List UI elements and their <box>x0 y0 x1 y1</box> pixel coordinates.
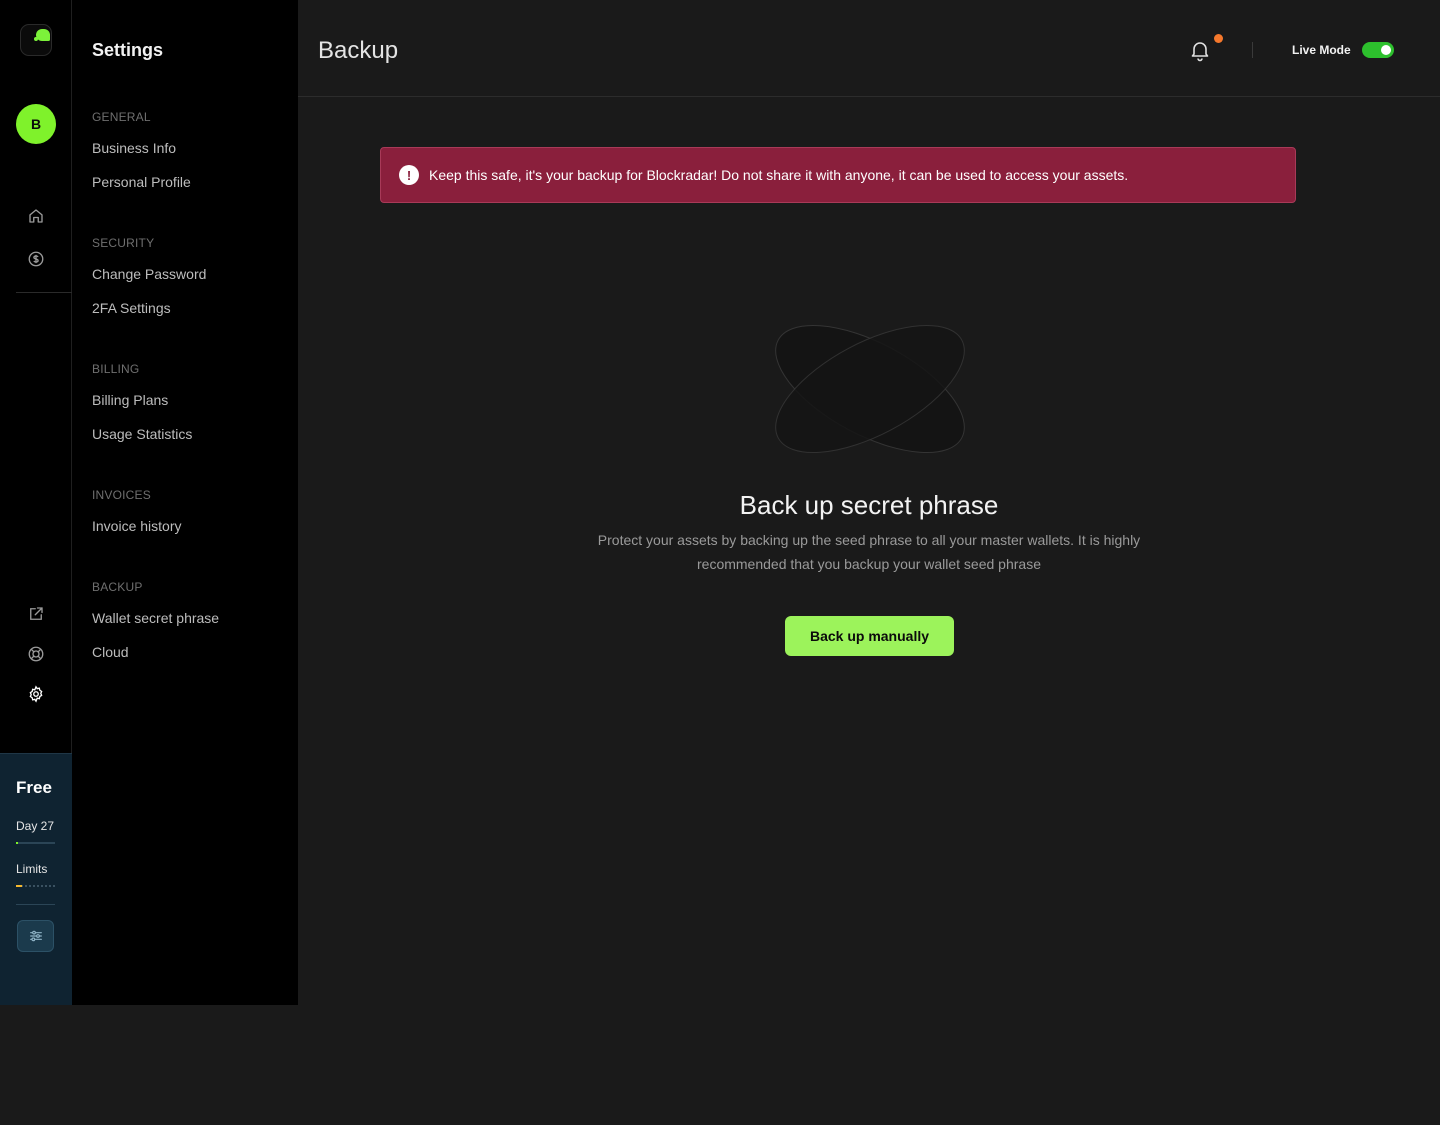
sidebar-item-usage-statistics[interactable]: Usage Statistics <box>92 426 192 442</box>
settings-sidebar: Settings GENERAL Business Info Personal … <box>72 0 298 1005</box>
plan-divider <box>16 904 55 905</box>
support-lifebuoy-icon[interactable] <box>25 643 47 665</box>
warning-alert: ! Keep this safe, it's your backup for B… <box>380 147 1296 203</box>
external-link-icon[interactable] <box>25 603 47 625</box>
plan-card: Free Day 27 Limits <box>0 753 72 1005</box>
sidebar-item-billing-plans[interactable]: Billing Plans <box>92 392 168 408</box>
section-label-general: GENERAL <box>92 110 151 124</box>
sidebar-item-business-info[interactable]: Business Info <box>92 140 176 156</box>
sidebar-item-cloud[interactable]: Cloud <box>92 644 129 660</box>
plan-day-label: Day 27 <box>16 819 55 833</box>
notifications-button[interactable] <box>1188 38 1212 62</box>
app-logo[interactable] <box>20 24 52 56</box>
plan-limits-progress <box>16 885 55 887</box>
bell-icon <box>1191 42 1209 62</box>
sidebar-item-2fa-settings[interactable]: 2FA Settings <box>92 300 171 316</box>
live-mode-label: Live Mode <box>1292 43 1351 57</box>
orbit-illustration <box>775 324 965 454</box>
sidebar-item-personal-profile[interactable]: Personal Profile <box>92 174 191 190</box>
notification-badge <box>1214 34 1223 43</box>
top-bar: Backup Live Mode <box>298 0 1440 97</box>
section-label-invoices: INVOICES <box>92 488 151 502</box>
section-label-backup: BACKUP <box>92 580 143 594</box>
plan-limits-label: Limits <box>16 862 48 876</box>
sidebar-title: Settings <box>92 40 164 60</box>
sidebar-item-wallet-secret-phrase[interactable]: Wallet secret phrase <box>92 610 219 626</box>
sidebar-item-invoice-history[interactable]: Invoice history <box>92 518 181 534</box>
empty-state-title: Back up secret phrase <box>739 490 999 520</box>
section-label-billing: BILLING <box>92 362 140 376</box>
exclamation-icon: ! <box>399 165 419 185</box>
avatar[interactable]: B <box>16 104 56 144</box>
rail-divider <box>16 292 72 293</box>
sliders-icon <box>29 930 42 942</box>
gear-icon[interactable] <box>25 683 47 705</box>
empty-state-description: Protect your assets by backing up the se… <box>597 532 1141 572</box>
live-mode-toggle[interactable] <box>1362 42 1394 58</box>
page-title: Backup <box>318 37 399 64</box>
alert-text: Keep this safe, it's your backup for Blo… <box>429 167 1129 183</box>
plan-day-progress <box>16 842 55 844</box>
icon-rail: B Free Day 27 Limits <box>0 0 72 1005</box>
sidebar-item-change-password[interactable]: Change Password <box>92 266 206 282</box>
plan-name: Free <box>16 778 52 797</box>
header-divider <box>1252 42 1253 58</box>
plan-settings-button[interactable] <box>17 920 54 952</box>
back-up-manually-button[interactable]: Back up manually <box>785 616 954 656</box>
dollar-circle-icon[interactable] <box>25 248 47 270</box>
section-label-security: SECURITY <box>92 236 155 250</box>
home-icon[interactable] <box>25 205 47 227</box>
